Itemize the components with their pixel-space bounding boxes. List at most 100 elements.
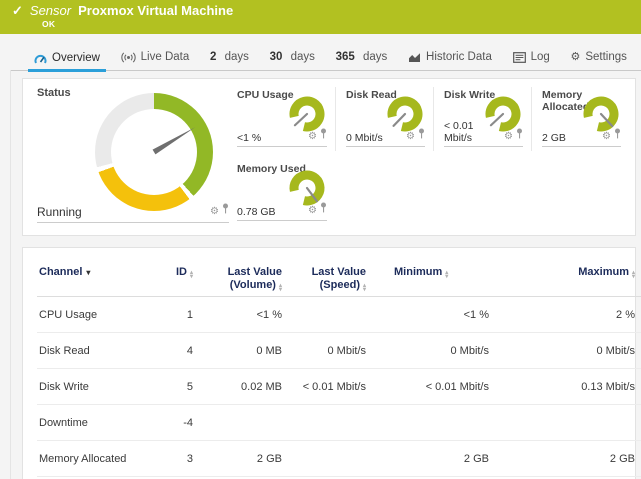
tab-log[interactable]: Log — [507, 46, 556, 70]
cell-speed: 0 Mbit/s — [284, 333, 368, 369]
gauge-footer-icons: ⚙ — [504, 126, 523, 144]
tab-365-days[interactable]: 365 days — [330, 46, 394, 70]
cell-settings — [637, 369, 641, 405]
gauge-footer: < 0.01 Mbit/s⚙ — [444, 120, 523, 147]
tab-number: 365 — [336, 51, 355, 63]
sensor-title: Proxmox Virtual Machine — [78, 4, 233, 18]
cell-id: 3 — [151, 441, 195, 477]
sensor-kind-label: Sensor — [30, 4, 71, 18]
gauges-panel: Status Running ⚙ CPU Usage <1 %⚙Disk Rea… — [22, 78, 636, 236]
tab-settings[interactable]: ⚙Settings — [564, 46, 632, 70]
tab-live-data[interactable]: Live Data — [115, 46, 196, 70]
column-header-channel[interactable]: Channel▾ — [37, 262, 151, 297]
tab-overview[interactable]: Overview — [28, 47, 106, 72]
cell-max: 0.13 Mbit/s — [491, 369, 637, 405]
gauge-footer: 0.78 GB⚙ — [237, 200, 327, 221]
tab-number: 30 — [270, 51, 283, 63]
gauge-footer-icons: ⚙ — [406, 126, 425, 144]
cell-vol: 0.02 MB — [195, 369, 284, 405]
cell-channel: Disk Read — [37, 333, 151, 369]
table-row: Downtime-4 — [37, 405, 641, 441]
cell-min — [368, 405, 491, 441]
cell-vol — [195, 405, 284, 441]
tab-bar: Overview Live Data 2 days 30 days 365 days Hi… — [10, 34, 641, 71]
gauge-icon — [34, 53, 47, 64]
gauge-footer: <1 %⚙ — [237, 126, 327, 147]
table-row: Memory Allocated32 GB2 GB2 GB — [37, 441, 641, 477]
cell-channel: CPU Usage — [37, 297, 151, 333]
column-header-settings — [637, 262, 641, 297]
pin-icon[interactable] — [320, 126, 327, 144]
tab-label: Settings — [585, 51, 627, 63]
gauge-tile-memory-allocated: Memory Allocated 2 GB⚙ — [531, 87, 629, 151]
tab-2-days[interactable]: 2 days — [204, 46, 255, 70]
channels-table: Channel▾ID▴▾Last Value(Volume)▴▾Last Val… — [37, 262, 641, 479]
status-value: Running — [37, 205, 82, 219]
tab-historic-data[interactable]: Historic Data — [402, 46, 498, 70]
cell-id: -4 — [151, 405, 195, 441]
tab-label: Historic Data — [426, 51, 492, 63]
cell-speed — [284, 405, 368, 441]
cell-min: <1 % — [368, 297, 491, 333]
cell-id: 4 — [151, 333, 195, 369]
sensor-status-badge: OK — [42, 19, 641, 29]
pin-icon[interactable] — [320, 200, 327, 218]
gear-icon[interactable]: ⚙ — [308, 200, 317, 218]
cell-vol: 0 MB — [195, 333, 284, 369]
pin-icon[interactable] — [418, 126, 425, 144]
column-header-vol[interactable]: Last Value(Volume)▴▾ — [195, 262, 284, 297]
gear-icon[interactable]: ⚙ — [504, 126, 513, 144]
column-header-max[interactable]: Maximum▴▾ — [491, 262, 637, 297]
column-header-id[interactable]: ID▴▾ — [151, 262, 195, 297]
gear-icon[interactable]: ⚙ — [210, 201, 219, 219]
tab-label: Log — [531, 51, 550, 63]
gear-icon[interactable]: ⚙ — [602, 126, 611, 144]
cell-max: 0 Mbit/s — [491, 333, 637, 369]
table-row: CPU Usage1<1 %<1 %2 % — [37, 297, 641, 333]
status-gauge-tile: Status Running ⚙ — [37, 87, 229, 235]
column-header-min[interactable]: Minimum▴▾ — [368, 262, 491, 297]
tab-30-days[interactable]: 30 days — [264, 46, 321, 70]
mini-gauge-grid: CPU Usage <1 %⚙Disk Read 0 Mbit/s⚙Disk W… — [237, 87, 629, 235]
column-header-speed[interactable]: Last Value(Speed)▴▾ — [284, 262, 368, 297]
gauge-tile-memory-used: Memory Used 0.78 GB⚙ — [237, 161, 335, 225]
gear-icon[interactable]: ⚙ — [406, 126, 415, 144]
sensor-overview-page: ✓ Sensor Proxmox Virtual Machine OK Over… — [0, 0, 641, 479]
cell-vol: 2 GB — [195, 441, 284, 477]
pin-icon[interactable] — [516, 126, 523, 144]
gauge-value: 2 GB — [542, 132, 566, 144]
cell-max — [491, 405, 637, 441]
table-row: Disk Read40 MB0 Mbit/s0 Mbit/s0 Mbit/s — [37, 333, 641, 369]
channels-table-header-row: Channel▾ID▴▾Last Value(Volume)▴▾Last Val… — [37, 262, 641, 297]
cell-channel: Memory Allocated — [37, 441, 151, 477]
log-icon — [513, 52, 526, 63]
cell-settings — [637, 405, 641, 441]
historic-data-icon — [408, 52, 421, 63]
live-data-icon — [121, 52, 136, 63]
cell-channel: Downtime — [37, 405, 151, 441]
pin-icon[interactable] — [614, 126, 621, 144]
sensor-header: ✓ Sensor Proxmox Virtual Machine OK — [0, 0, 641, 34]
status-gauge-needle — [95, 93, 213, 211]
tab-label: days — [221, 51, 249, 63]
gauge-tile-disk-write: Disk Write < 0.01 Mbit/s⚙ — [433, 87, 531, 151]
cell-vol: <1 % — [195, 297, 284, 333]
gauge-footer-icons: ⚙ — [602, 126, 621, 144]
cell-max: 2 GB — [491, 441, 637, 477]
pin-icon[interactable] — [222, 201, 229, 219]
content-left-edge — [10, 70, 11, 479]
gauge-footer-icons: ⚙ — [308, 200, 327, 218]
channels-table-body: CPU Usage1<1 %<1 %2 %Disk Read40 MB0 Mbi… — [37, 297, 641, 479]
cell-settings — [637, 297, 641, 333]
gear-icon[interactable]: ⚙ — [308, 126, 317, 144]
cell-min: < 0.01 Mbit/s — [368, 369, 491, 405]
table-row: Disk Write50.02 MB< 0.01 Mbit/s< 0.01 Mb… — [37, 369, 641, 405]
tab-label: Live Data — [141, 51, 190, 63]
cell-speed — [284, 441, 368, 477]
tab-label: Overview — [52, 52, 100, 64]
channels-panel: Channel▾ID▴▾Last Value(Volume)▴▾Last Val… — [22, 247, 636, 479]
cell-speed — [284, 297, 368, 333]
cell-settings — [637, 333, 641, 369]
gauge-value: < 0.01 Mbit/s — [444, 120, 504, 144]
gauge-tile-disk-read: Disk Read 0 Mbit/s⚙ — [335, 87, 433, 151]
